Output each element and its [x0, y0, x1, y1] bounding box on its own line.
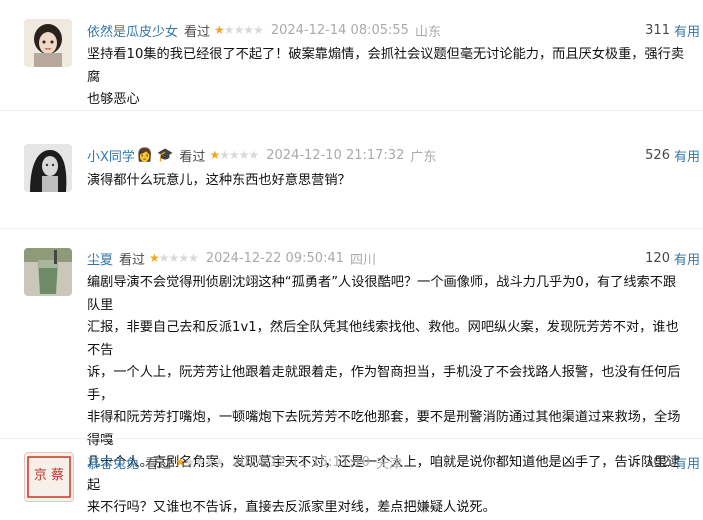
comment-item: 小X同学 👩 🎓 看过 ★ ★ ★ ★ ★ 2024-12-10 21:17:32 广东…: [0, 110, 703, 229]
comment-time: 2024-12-22 09:50:41: [205, 250, 344, 266]
comment-line: 演得都什么玩意儿，这种东西也好意思营销？: [87, 173, 351, 188]
username-link[interactable]: 小X同学: [87, 146, 135, 165]
avatar[interactable]: [24, 248, 72, 296]
rating-stars: ★ ★ ★ ★ ★: [175, 455, 225, 469]
comment-text: 编剧导演不会觉得刑侦剧沈翊这种“孤勇者”人设很酷吧？一个画像师，战斗力几乎为0，…: [87, 272, 687, 520]
star-icon: ★: [178, 251, 189, 265]
comment-meta: 慕容兔兔 看过 ★ ★ ★ ★ ★ 2024-12-11 15:11:10 天津: [87, 452, 402, 472]
star-icon: ★: [243, 23, 254, 37]
watch-status: 看过: [184, 24, 211, 40]
star-icon: ★: [204, 455, 215, 469]
username-link[interactable]: 依然是瓜皮少女: [87, 21, 178, 40]
rating-stars: ★ ★ ★ ★ ★: [149, 251, 199, 265]
rating-stars: ★ ★ ★ ★ ★: [214, 23, 264, 37]
vote-count: 120: [645, 250, 670, 266]
star-icon: ★: [175, 455, 186, 469]
comment-line: 也够恶心: [87, 92, 140, 107]
comment-location: 山东: [414, 24, 441, 40]
star-icon: ★: [168, 251, 180, 265]
comment-time: 2024-12-10 21:17:32: [266, 147, 405, 163]
comment-location: 四川: [349, 252, 376, 268]
svg-text:京 蔡: 京 蔡: [34, 468, 64, 483]
star-icon: ★: [238, 148, 250, 162]
comment-time: 2024-12-11 15:11:10: [231, 454, 370, 470]
star-icon: ★: [214, 23, 225, 37]
useful-button[interactable]: 有用: [674, 146, 700, 165]
star-icon: ★: [248, 148, 260, 162]
star-icon: ★: [228, 148, 240, 162]
comment-text: 演得都什么玩意儿，这种东西也好意思营销？: [87, 170, 687, 193]
vote-count: 302: [645, 454, 670, 470]
comment-item: 京 蔡 慕容兔兔 看过 ★ ★ ★ ★ ★ 2024-12-11 15:11:10 天津…: [0, 438, 703, 502]
vote-area: 120 有用: [645, 248, 700, 268]
comment-time: 2024-12-14 08:05:55: [270, 22, 409, 38]
comment-meta: 依然是瓜皮少女 看过 ★ ★ ★ ★ ★ 2024-12-14 08:05:55 山东: [87, 20, 441, 40]
star-icon: ★: [253, 23, 264, 37]
username-link[interactable]: 尘夏: [87, 249, 113, 268]
star-icon: ★: [188, 251, 199, 265]
star-icon: ★: [223, 23, 235, 37]
star-icon: ★: [209, 148, 220, 162]
star-icon: ★: [184, 455, 196, 469]
star-icon: ★: [158, 251, 170, 265]
star-icon: ★: [233, 23, 245, 37]
useful-button[interactable]: 有用: [674, 21, 700, 40]
avatar[interactable]: [24, 19, 72, 67]
comment-item: 尘夏 看过 ★ ★ ★ ★ ★ 2024-12-22 09:50:41 四川 120 有…: [0, 228, 703, 515]
vote-count: 311: [645, 22, 670, 38]
user-badge-emoji: 👩 🎓: [136, 147, 174, 163]
comment-line: 来不行吗？又谁也不告诉，直接去反派家里对线，差点把嫌疑人说死。: [87, 500, 496, 515]
rating-stars: ★ ★ ★ ★ ★: [209, 148, 260, 162]
star-icon: ★: [194, 455, 206, 469]
comment-line: 坚持看10集的我已经很了不起了！破案靠煽情，会抓社会议题但毫无讨论能力，而且厌女…: [87, 47, 685, 85]
comment-line: 汇报，非要自己去和反派1v1，然后全队凭其他线索找他、救他。网吧纵火案，发现阮芳…: [87, 320, 679, 358]
useful-button[interactable]: 有用: [674, 249, 700, 268]
vote-count: 526: [645, 147, 670, 163]
watch-status: 看过: [119, 252, 146, 268]
vote-area: 526 有用: [645, 145, 700, 165]
star-icon: ★: [214, 455, 225, 469]
vote-area: 302 有用: [645, 452, 700, 472]
comment-line: 编剧导演不会觉得刑侦剧沈翊这种“孤勇者”人设很酷吧？一个画像师，战斗力几乎为0，…: [87, 275, 677, 313]
star-icon: ★: [149, 251, 160, 265]
avatar[interactable]: 京 蔡: [24, 452, 74, 502]
star-icon: ★: [219, 148, 230, 162]
comment-location: 广东: [410, 149, 437, 165]
avatar[interactable]: [24, 144, 72, 192]
comment-item: 依然是瓜皮少女 看过 ★ ★ ★ ★ ★ 2024-12-14 08:05:55 山东 …: [0, 0, 703, 112]
vote-area: 311 有用: [645, 20, 700, 40]
comment-text: 坚持看10集的我已经很了不起了！破案靠煽情，会抓社会议题但毫无讨论能力，而且厌女…: [87, 44, 687, 112]
comment-meta: 尘夏 看过 ★ ★ ★ ★ ★ 2024-12-22 09:50:41 四川: [87, 248, 376, 268]
watch-status: 看过: [179, 149, 206, 165]
comment-line: 诉，一个人上，阮芳芳让他跟着走就跟着走，作为智商担当，手机没了不会找路人报警，也…: [87, 365, 681, 403]
comment-meta: 小X同学 👩 🎓 看过 ★ ★ ★ ★ ★ 2024-12-10 21:17:32 广东: [87, 145, 436, 165]
